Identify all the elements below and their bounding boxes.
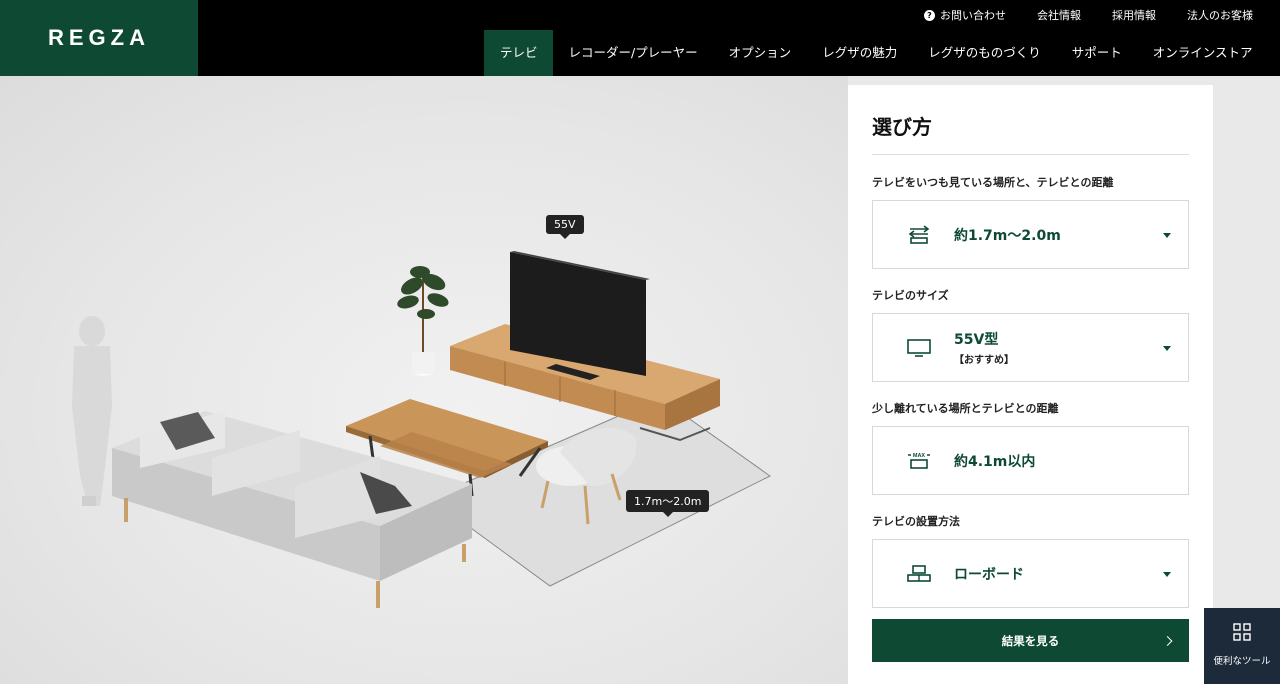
tv-size-value: 55V型 【おすすめ】 <box>954 332 1014 366</box>
nav-item-support[interactable]: サポート <box>1056 30 1137 76</box>
viewing-distance-select[interactable]: 約1.7m〜2.0m <box>872 200 1189 269</box>
viewing-distance-label: テレビをいつも見ている場所と、テレビとの距離 <box>872 176 1114 189</box>
contact-link[interactable]: ? お問い合わせ <box>924 7 1006 23</box>
nav-item-tv[interactable]: テレビ <box>484 30 553 76</box>
max-distance-icon: MAX <box>908 453 930 469</box>
chevron-down-icon <box>1163 571 1171 577</box>
panel-title: 選び方 <box>872 111 1189 155</box>
site-header: REGZA ? お問い合わせ 会社情報 採用情報 法人のお客様 テレビ レコーダ… <box>0 0 1280 76</box>
far-distance-value: 約4.1m以内 <box>954 453 1036 470</box>
chevron-right-icon <box>1162 635 1173 646</box>
tv-monitor-icon <box>907 338 931 357</box>
business-link[interactable]: 法人のお客様 <box>1187 7 1253 23</box>
useful-tools-button[interactable]: 便利なツール <box>1204 608 1280 684</box>
tv-size-tag: 55V <box>546 215 584 239</box>
room-svg <box>72 251 771 608</box>
main-nav: テレビ レコーダー/プレーヤー オプション レグザの魅力 レグザのものづくり サ… <box>484 30 1268 76</box>
grid-icon <box>1233 623 1251 641</box>
recruit-link[interactable]: 採用情報 <box>1112 7 1156 23</box>
installation-label: テレビの設置方法 <box>872 515 960 528</box>
lowboard-icon <box>907 564 931 582</box>
recommended-tag: 【おすすめ】 <box>954 355 1014 366</box>
logo-text: REGZA <box>48 25 150 50</box>
help-icon: ? <box>924 9 935 21</box>
far-distance-label: 少し離れている場所とテレビとの距離 <box>872 402 1059 415</box>
regza-logo[interactable]: REGZA <box>0 0 198 76</box>
chevron-down-icon <box>1163 232 1171 238</box>
tv-size-label: テレビのサイズ <box>872 289 949 302</box>
nav-item-option[interactable]: オプション <box>713 30 807 76</box>
distance-tag: 1.7m〜2.0m <box>626 490 710 517</box>
nav-item-monozukuri[interactable]: レグザのものづくり <box>913 30 1057 76</box>
installation-select[interactable]: ローボード <box>872 539 1189 608</box>
nav-item-recorder[interactable]: レコーダー/プレーヤー <box>553 30 713 76</box>
room-illustration: 55V 1.7m〜2.0m <box>0 76 848 684</box>
chevron-down-icon <box>1163 345 1171 351</box>
viewing-distance-value: 約1.7m〜2.0m <box>954 227 1061 244</box>
installation-value: ローボード <box>954 566 1024 583</box>
company-link[interactable]: 会社情報 <box>1037 7 1081 23</box>
nav-item-appeal[interactable]: レグザの魅力 <box>807 30 913 76</box>
distance-arrows-icon <box>908 224 930 244</box>
tv-size-select[interactable]: 55V型 【おすすめ】 <box>872 313 1189 382</box>
svg-text:MAX: MAX <box>913 453 926 459</box>
utility-links: ? お問い合わせ 会社情報 採用情報 法人のお客様 <box>893 7 1253 23</box>
view-results-button[interactable]: 結果を見る <box>872 619 1189 662</box>
nav-item-online-store[interactable]: オンラインストア <box>1137 30 1268 76</box>
selection-panel: 選び方 テレビをいつも見ている場所と、テレビとの距離 約1.7m〜2.0m テレ… <box>848 85 1213 684</box>
plant-pot <box>412 352 434 374</box>
person-figure <box>72 316 112 506</box>
tools-label: 便利なツール <box>1213 656 1271 667</box>
far-distance-box: MAX 約4.1m以内 <box>872 426 1189 495</box>
